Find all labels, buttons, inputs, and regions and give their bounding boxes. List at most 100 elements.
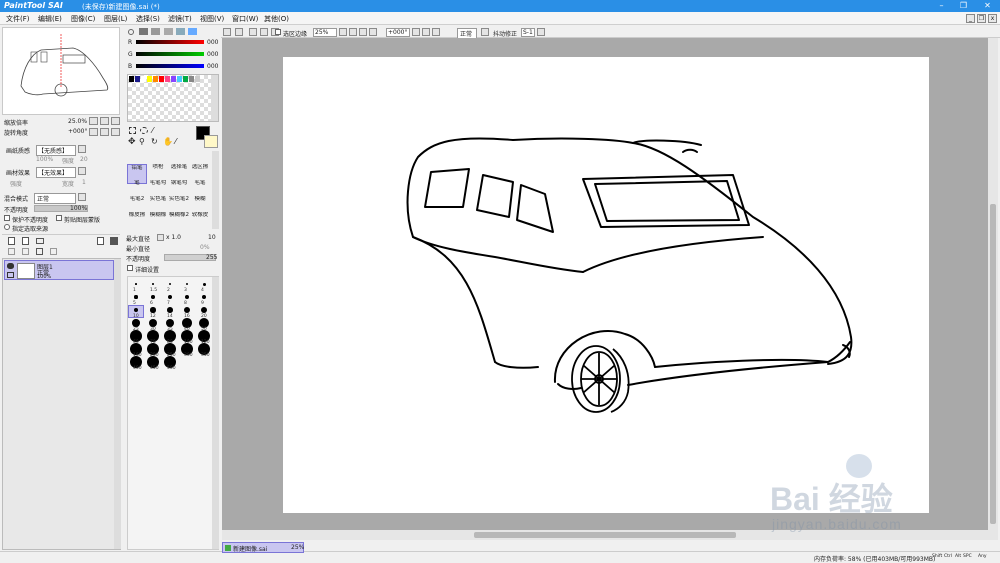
paper-scale-value[interactable]: 20 [80, 156, 88, 163]
size-multiplier[interactable]: x 1.0 [166, 234, 181, 241]
menu-layer[interactable]: 图层(L) [104, 14, 127, 24]
zoom-in-button[interactable] [100, 117, 109, 125]
swatch-mode-icon[interactable] [164, 28, 173, 35]
color-wheel-icon[interactable] [128, 29, 134, 35]
scratchpad-icon[interactable] [176, 28, 185, 35]
swap-color-icon[interactable] [188, 28, 197, 35]
crop-button[interactable] [249, 28, 257, 36]
layer-list-scrollbar[interactable] [114, 259, 121, 549]
layer-clear-icon[interactable] [50, 248, 57, 255]
g-value[interactable]: 000 [207, 51, 218, 58]
background-color-swatch[interactable] [204, 135, 218, 148]
clipping-mask-checkbox[interactable] [56, 215, 62, 221]
close-icon[interactable]: ✕ [982, 1, 993, 11]
minimize-icon[interactable]: – [936, 1, 947, 11]
paper-texture-button[interactable] [78, 145, 86, 153]
mdi-close-icon[interactable]: x [988, 14, 997, 23]
layer-merge-icon[interactable] [22, 248, 29, 255]
tool-eraser[interactable]: 橡皮擦 [127, 212, 147, 232]
vertical-scroll-thumb[interactable] [990, 204, 996, 524]
layer-mask-icon[interactable] [36, 248, 43, 255]
menu-window[interactable]: 窗口(W) [232, 14, 258, 24]
rotate-left-button[interactable] [89, 128, 98, 136]
new-folder-icon[interactable] [36, 238, 44, 244]
brush-size-cell[interactable] [128, 279, 144, 292]
rotate-reset-button[interactable] [111, 128, 120, 136]
swatch-scrollbar[interactable] [211, 75, 218, 121]
tool-blur-eraser[interactable]: 模糊橡 [148, 212, 168, 232]
color-swatch[interactable] [183, 76, 188, 82]
mdi-restore-icon[interactable]: ❐ [977, 14, 986, 23]
min-size-value[interactable]: 0% [200, 244, 210, 251]
selection-edge-checkbox[interactable] [275, 29, 281, 35]
hand-tool-icon[interactable]: ✋ [163, 137, 173, 146]
brush-size-cell[interactable] [162, 279, 178, 292]
restore-icon[interactable]: ❐ [958, 1, 969, 11]
menu-other[interactable]: 其他(O) [264, 14, 289, 24]
stabilizer-button[interactable] [537, 28, 545, 36]
toolbar-zoom-fit-button[interactable] [359, 28, 367, 36]
color-swatch[interactable] [195, 76, 200, 82]
tool-soft-eraser[interactable]: 软橡皮 [190, 212, 210, 232]
hsv-slider-icon[interactable] [151, 28, 160, 35]
menu-image[interactable]: 图像(C) [71, 14, 95, 24]
effect-select[interactable]: 【无效果】 [36, 167, 76, 178]
menu-select[interactable]: 选择(S) [136, 14, 160, 24]
toolbar-zoom-reset-button[interactable] [369, 28, 377, 36]
rgb-slider-icon[interactable] [139, 28, 148, 35]
toolbar-zoom-out-button[interactable] [339, 28, 347, 36]
color-swatch[interactable] [165, 76, 170, 82]
rotate-right-button[interactable] [100, 128, 109, 136]
color-swatch[interactable] [135, 76, 140, 82]
size-multiplier-button[interactable] [157, 234, 164, 241]
b-value[interactable]: 000 [207, 63, 218, 70]
b-slider[interactable] [136, 64, 204, 68]
delete-layer-icon[interactable] [110, 237, 118, 245]
copy-layer-icon[interactable] [97, 237, 104, 245]
toolbar-rotate-reset-button[interactable] [432, 28, 440, 36]
document-tab[interactable]: 新建图像.sai 25% [222, 542, 304, 553]
protect-opacity-checkbox[interactable] [4, 215, 10, 221]
menu-filter[interactable]: 滤镜(T) [168, 14, 192, 24]
menu-edit[interactable]: 编辑(E) [38, 14, 62, 24]
mdi-minimize-icon[interactable]: _ [966, 14, 975, 23]
new-vector-layer-icon[interactable] [22, 237, 29, 245]
rotate-tool-icon[interactable]: ↻ [151, 137, 158, 146]
blend-mode-select[interactable]: 正常 [34, 193, 76, 204]
r-value[interactable]: 000 [207, 39, 218, 46]
rect-select-icon[interactable] [129, 127, 136, 134]
color-swatch[interactable] [129, 76, 134, 82]
eye-icon[interactable] [7, 263, 14, 269]
paper-texture-select[interactable]: 【无质感】 [36, 145, 76, 156]
selection-source-radio[interactable] [4, 224, 10, 230]
navigator-thumbnail[interactable] [3, 28, 119, 114]
effect-width-value[interactable]: 1 [82, 179, 86, 186]
toolbar-angle-select[interactable]: +000° [386, 28, 410, 37]
effect-button[interactable] [78, 167, 86, 175]
size-grid-scrollbar[interactable] [212, 277, 219, 549]
zoom-tool-icon[interactable]: ⚲ [139, 137, 145, 146]
menu-file[interactable]: 文件(F) [6, 14, 30, 24]
flip-button[interactable] [481, 28, 489, 36]
toolbar-zoom-in-button[interactable] [349, 28, 357, 36]
toolbar-rotate-left-button[interactable] [412, 28, 420, 36]
max-size-value[interactable]: 10 [208, 234, 216, 241]
zoom-out-button[interactable] [89, 117, 98, 125]
color-swatch[interactable] [147, 76, 152, 82]
invert-selection-button[interactable] [235, 28, 243, 36]
tool-grid-scrollbar[interactable] [212, 151, 219, 229]
paper-strength-value[interactable]: 100% [36, 156, 60, 163]
menu-view[interactable]: 视图(V) [200, 14, 224, 24]
color-swatch[interactable] [153, 76, 158, 82]
drawing-canvas[interactable] [283, 57, 929, 513]
color-swatch[interactable] [189, 76, 194, 82]
toolbar-zoom-select[interactable]: 25% [313, 28, 337, 37]
move-icon[interactable]: ✥ [128, 137, 136, 147]
color-swatch[interactable] [159, 76, 164, 82]
color-swatch[interactable] [141, 76, 146, 82]
tool-blur-eraser-2[interactable]: 模糊橡2 [169, 212, 189, 232]
eyedropper-icon[interactable]: ⁄ [175, 137, 176, 146]
horizontal-scroll-thumb[interactable] [474, 532, 736, 538]
g-slider[interactable] [136, 52, 204, 56]
new-layer-icon[interactable] [8, 237, 15, 245]
